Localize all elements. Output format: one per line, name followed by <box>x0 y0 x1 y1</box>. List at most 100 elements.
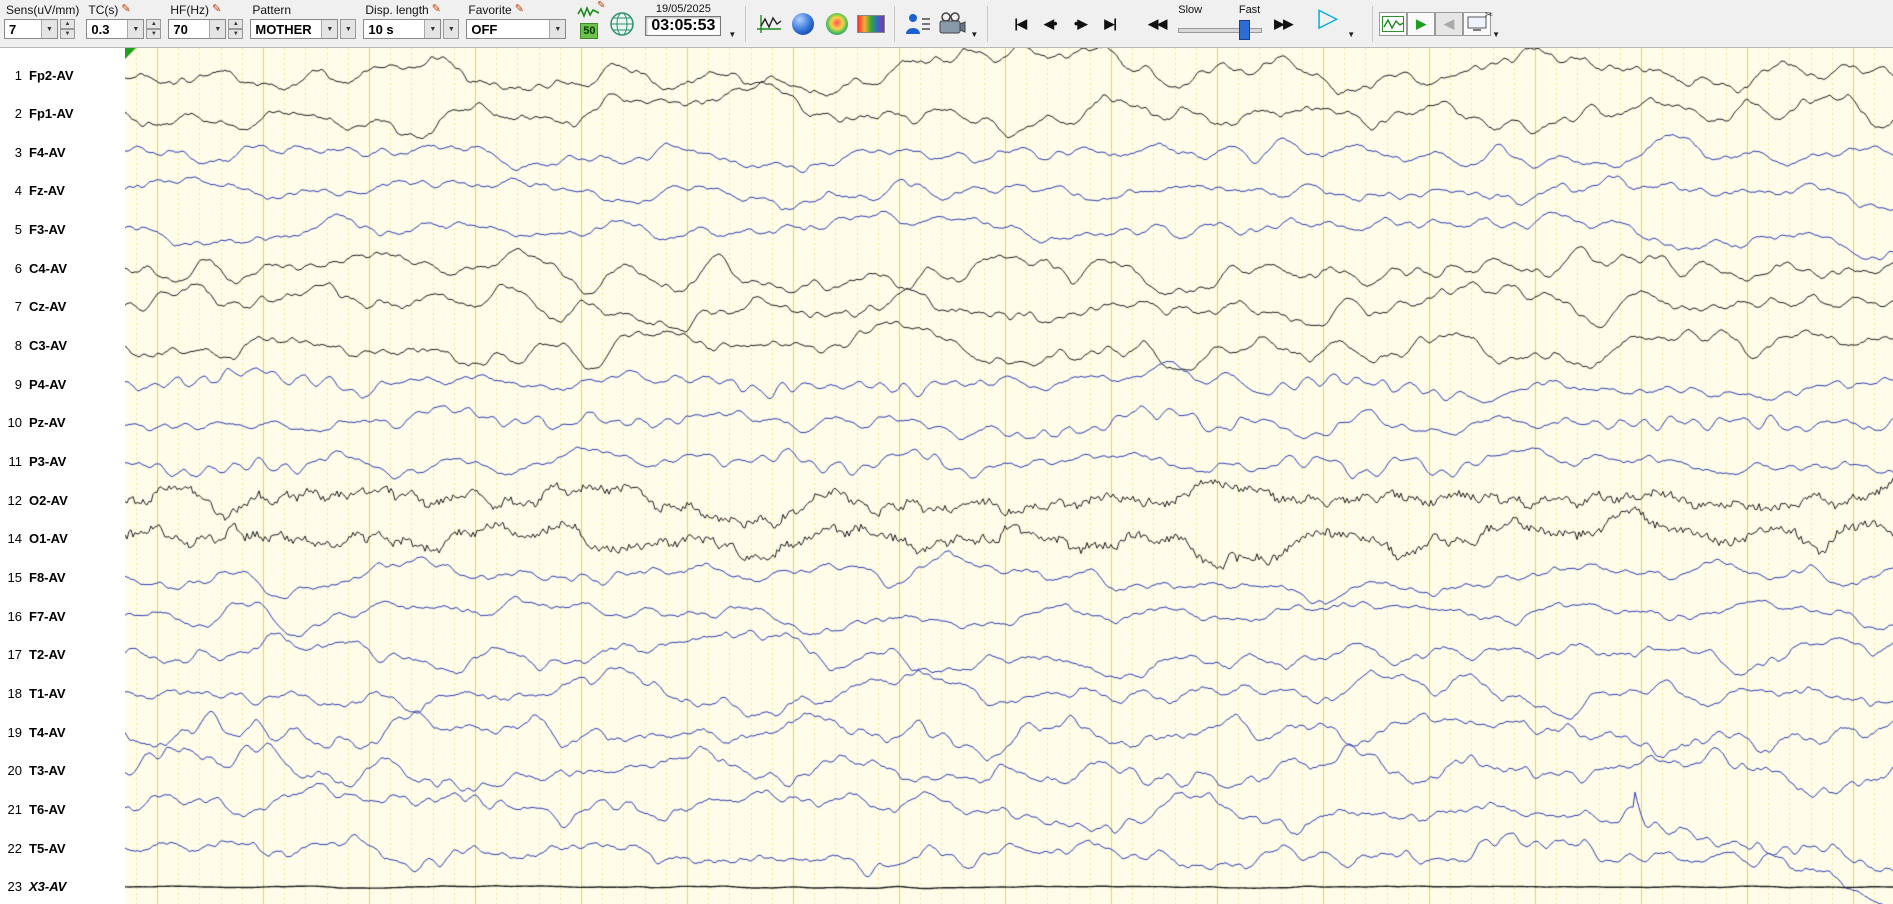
favorite-select[interactable]: OFF ▼ <box>466 19 567 39</box>
channel-label[interactable]: P3-AV <box>29 454 66 469</box>
tc-edit-icon[interactable]: ✎ <box>121 4 130 15</box>
spin-up-icon[interactable]: ▲ <box>228 19 244 29</box>
chevron-down-icon[interactable]: ▼ <box>549 20 566 38</box>
favorite-edit-icon[interactable]: ✎ <box>515 4 524 15</box>
channel-label[interactable]: Fp1-AV <box>29 106 74 121</box>
topo-map-button[interactable] <box>788 9 818 39</box>
channel-row: 4 Fz-AV <box>0 182 125 200</box>
sensitivity-value: 7 <box>9 21 17 37</box>
channel-label[interactable]: O1-AV <box>29 531 68 546</box>
channel-label[interactable]: P4-AV <box>29 377 66 392</box>
channel-row: 18 T1-AV <box>0 685 125 703</box>
chevron-down-icon[interactable]: ▼ <box>321 20 338 38</box>
jump-to-end-button[interactable]: ▶| <box>1096 11 1124 37</box>
spin-down-icon[interactable]: ▼ <box>146 29 162 39</box>
spin-up-icon[interactable]: ▲ <box>146 19 162 29</box>
separator <box>987 6 989 42</box>
dsa-analysis-button[interactable] <box>856 9 886 39</box>
channel-label[interactable]: T1-AV <box>29 686 66 701</box>
hf-select[interactable]: 70 ▼ <box>168 19 227 39</box>
channel-label[interactable]: Pz-AV <box>29 415 66 430</box>
channel-row: 12 O2-AV <box>0 491 125 509</box>
patient-info-button[interactable] <box>903 9 933 39</box>
chevron-down-icon[interactable]: ▼ <box>209 20 226 38</box>
rewind-button[interactable]: ◀◀ <box>1143 11 1171 37</box>
start-review-button[interactable]: ▶ <box>1407 12 1436 36</box>
play-button[interactable]: ▷ <box>1314 2 1342 32</box>
pattern-select[interactable]: MOTHER ▼ <box>250 19 339 39</box>
montage-edit-button[interactable]: ✎ <box>576 0 605 21</box>
channel-number: 3 <box>14 144 22 160</box>
tools-menu-arrow[interactable]: ▼ <box>1492 30 1500 39</box>
channel-number: 12 <box>7 492 22 508</box>
spin-down-icon[interactable]: ▼ <box>228 29 244 39</box>
date-text: 19/05/2025 <box>655 3 711 15</box>
channel-label[interactable]: F8-AV <box>29 570 66 585</box>
jump-to-start-button[interactable]: |◀ <box>1006 11 1034 37</box>
sensitivity-select[interactable]: 7 ▼ <box>4 19 58 39</box>
chevron-down-icon[interactable]: ▼ <box>424 20 441 38</box>
analysis-menu-arrow[interactable]: ▼ <box>970 30 978 39</box>
channel-number: 17 <box>7 647 22 663</box>
channel-label[interactable]: Fz-AV <box>29 183 65 198</box>
channel-label[interactable]: F3-AV <box>29 222 66 237</box>
clip-tool-button[interactable]: ✂ <box>1463 10 1493 36</box>
channel-label[interactable]: C3-AV <box>29 338 67 353</box>
channel-label[interactable]: X3-AV <box>29 879 66 894</box>
disp-length-select[interactable]: 10 s ▼ <box>363 19 442 39</box>
tc-select[interactable]: 0.3 ▼ <box>86 19 145 39</box>
channel-label[interactable]: T4-AV <box>29 725 66 740</box>
step-back-button[interactable]: ◀• <box>1036 11 1064 37</box>
channel-label[interactable]: O2-AV <box>29 493 68 508</box>
hf-stepper[interactable]: ▲ ▼ <box>228 19 244 39</box>
channel-label[interactable]: C4-AV <box>29 261 67 276</box>
channel-label[interactable]: T5-AV <box>29 841 66 856</box>
spin-down-icon[interactable]: ▼ <box>60 29 75 39</box>
separator <box>1372 6 1374 42</box>
chevron-down-icon: ▼ <box>447 25 455 33</box>
previous-page-button[interactable]: ◀ <box>1435 12 1464 36</box>
sensitivity-stepper[interactable]: ▲ ▼ <box>60 19 75 39</box>
channel-number: 4 <box>14 183 22 199</box>
review-waveform-button[interactable] <box>1379 12 1408 36</box>
chevron-down-icon[interactable]: ▼ <box>127 20 144 38</box>
speed-slider[interactable]: Slow Fast <box>1176 3 1264 41</box>
hf-edit-icon[interactable]: ✎ <box>212 4 221 15</box>
disp-length-edit-icon[interactable]: ✎ <box>432 4 441 15</box>
notch-filter-button[interactable]: 50 <box>580 23 599 39</box>
favorite-group: Favorite ✎ OFF ▼ <box>466 2 567 39</box>
channel-label[interactable]: F4-AV <box>29 145 66 160</box>
play-menu-arrow[interactable]: ▼ <box>1347 30 1355 39</box>
pattern-menu-button[interactable]: ▼ <box>340 19 357 39</box>
eeg-canvas[interactable] <box>125 48 1893 904</box>
channel-number: 21 <box>7 802 22 818</box>
green-play-icon: ▶ <box>1416 16 1427 31</box>
pattern-group: Pattern MOTHER ▼ ▼ <box>250 2 357 39</box>
separator <box>745 6 747 42</box>
chevron-down-icon[interactable]: ▼ <box>41 20 57 38</box>
channel-row: 11 P3-AV <box>0 453 125 471</box>
fast-forward-button[interactable]: ▶▶ <box>1269 11 1297 37</box>
filter-column: ✎ 50 <box>576 0 605 39</box>
sensitivity-label: Sens(uV/mm) <box>6 2 80 17</box>
channel-number: 8 <box>14 338 22 354</box>
channel-label[interactable]: Fp2-AV <box>29 68 74 83</box>
electrode-map-button[interactable] <box>607 9 637 39</box>
tc-stepper[interactable]: ▲ ▼ <box>146 19 162 39</box>
disp-length-menu-button[interactable]: ▼ <box>443 19 460 39</box>
channel-label[interactable]: T2-AV <box>29 647 66 662</box>
separator <box>894 6 896 42</box>
spin-up-icon[interactable]: ▲ <box>60 19 75 29</box>
favorite-label: Favorite <box>468 2 512 17</box>
slider-thumb[interactable] <box>1239 20 1251 40</box>
trend-view-button[interactable] <box>754 9 784 39</box>
step-forward-button[interactable]: •▶ <box>1066 11 1094 37</box>
channel-label[interactable]: Cz-AV <box>29 299 66 314</box>
channel-label[interactable]: T3-AV <box>29 763 66 778</box>
channel-label[interactable]: F7-AV <box>29 609 66 624</box>
channel-label[interactable]: T6-AV <box>29 802 66 817</box>
channel-row: 10 Pz-AV <box>0 414 125 432</box>
spectral-map-button[interactable] <box>822 9 852 39</box>
clock-menu-arrow[interactable]: ▼ <box>728 30 736 39</box>
video-button[interactable] <box>937 9 967 39</box>
